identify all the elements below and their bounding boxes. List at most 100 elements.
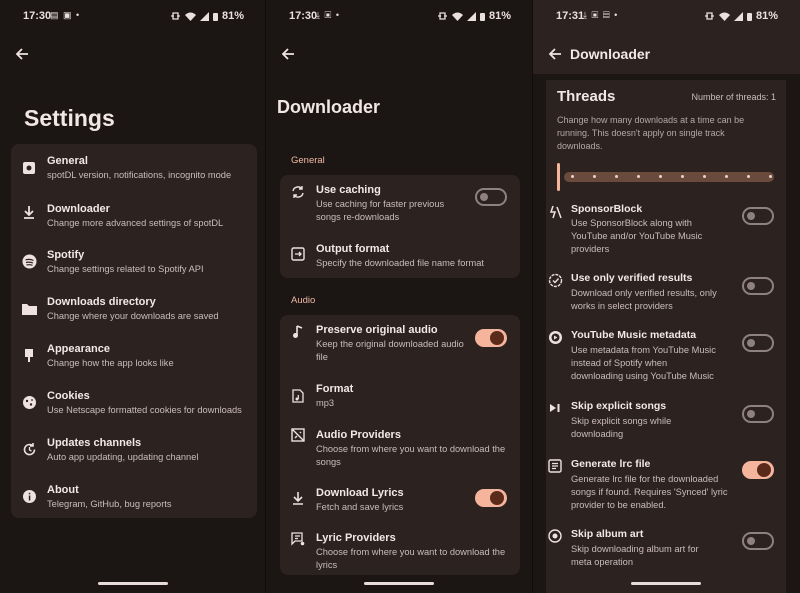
download-lyrics-row[interactable]: Download Lyrics Fetch and save lyrics bbox=[280, 479, 520, 519]
item-title: Download Lyrics bbox=[316, 487, 404, 499]
item-subtitle: mp3 bbox=[316, 398, 335, 408]
item-title: Preserve original audio bbox=[316, 324, 438, 336]
item-subtitle: Use Netscape formatted cookies for downl… bbox=[47, 405, 242, 415]
album-icon bbox=[546, 527, 564, 545]
link-icon bbox=[704, 12, 714, 20]
link-icon bbox=[437, 12, 447, 20]
item-subtitle: Change settings related to Spotify API bbox=[47, 264, 204, 274]
sponsorblock-row[interactable]: SponsorBlock Use SponsorBlock along with… bbox=[546, 200, 786, 260]
threads-count: Number of threads: 1 bbox=[691, 92, 776, 102]
advanced-card: Threads Number of threads: 1 Change how … bbox=[546, 80, 786, 593]
item-title: Skip explicit songs bbox=[571, 400, 667, 412]
settings-item-about[interactable]: About Telegram, GitHub, bug reports bbox=[11, 481, 257, 517]
settings-item-downloader[interactable]: Downloader Change more advanced settings… bbox=[11, 200, 257, 236]
status-bar: 17:30 ⤓ ▣ • 81% bbox=[266, 8, 533, 24]
item-title: Lyric Providers bbox=[316, 532, 396, 544]
audio-providers-row[interactable]: Audio Providers Choose from where you wa… bbox=[280, 423, 520, 473]
item-title: Audio Providers bbox=[316, 429, 401, 441]
battery-icon bbox=[746, 12, 752, 21]
slider-tick bbox=[637, 175, 640, 178]
threads-title: Threads bbox=[557, 88, 616, 105]
spotify-icon bbox=[20, 252, 38, 270]
skip-explicit-toggle[interactable] bbox=[742, 405, 774, 423]
battery-percent: 81% bbox=[488, 10, 511, 22]
slider-tick bbox=[681, 175, 684, 178]
general-card: Use caching Use caching for faster previ… bbox=[280, 175, 520, 278]
item-subtitle: Change more advanced settings of spotDL bbox=[47, 218, 224, 228]
status-bar: 17:30 ▤ ▣ • 81% bbox=[0, 8, 266, 24]
item-title: About bbox=[47, 484, 79, 496]
verified-results-toggle[interactable] bbox=[742, 277, 774, 295]
item-title: SponsorBlock bbox=[571, 203, 643, 215]
download-icon bbox=[289, 489, 307, 507]
item-title: Spotify bbox=[47, 249, 85, 261]
format-row[interactable]: Format mp3 bbox=[280, 377, 520, 417]
gesture-bar[interactable] bbox=[364, 582, 434, 585]
downloader-screen: 17:30 ⤓ ▣ • 81% Downloader General Use c… bbox=[266, 0, 533, 593]
item-title: Skip album art bbox=[571, 528, 644, 540]
settings-item-appearance[interactable]: Appearance Change how the app looks like bbox=[11, 340, 257, 376]
arrow-back-icon[interactable] bbox=[278, 44, 298, 64]
item-subtitle: Change where your downloads are saved bbox=[47, 311, 219, 321]
skip-icon bbox=[546, 399, 564, 417]
slider-tick bbox=[615, 175, 618, 178]
item-title: Updates channels bbox=[47, 437, 142, 449]
item-title: Output format bbox=[316, 243, 390, 255]
status-right: 81% bbox=[437, 10, 511, 22]
music-note-icon bbox=[289, 323, 307, 341]
use-caching-row[interactable]: Use caching Use caching for faster previ… bbox=[280, 175, 520, 230]
settings-item-updates-channels[interactable]: Updates channels Auto app updating, upda… bbox=[11, 434, 257, 470]
preserve-audio-toggle[interactable] bbox=[475, 329, 507, 347]
section-general: General bbox=[291, 155, 325, 166]
item-title: Appearance bbox=[47, 343, 110, 355]
sponsorblock-toggle[interactable] bbox=[742, 207, 774, 225]
status-right: 81% bbox=[170, 10, 244, 22]
generate-lrc-row[interactable]: Generate lrc file Generate lrc file for … bbox=[546, 457, 786, 517]
item-subtitle: Choose from where you want to download t… bbox=[316, 444, 506, 467]
settings-item-cookies[interactable]: Cookies Use Netscape formatted cookies f… bbox=[11, 387, 257, 423]
section-audio: Audio bbox=[291, 295, 316, 306]
item-subtitle: Use metadata from YouTube Music instead … bbox=[571, 345, 716, 381]
settings-item-spotify[interactable]: Spotify Change settings related to Spoti… bbox=[11, 246, 257, 282]
skip-album-art-toggle[interactable] bbox=[742, 532, 774, 550]
generate-lrc-toggle[interactable] bbox=[742, 461, 774, 479]
battery-percent: 81% bbox=[221, 10, 244, 22]
slider-thumb[interactable] bbox=[557, 163, 560, 191]
slider-tick bbox=[571, 175, 574, 178]
page-title: Downloader bbox=[570, 46, 651, 62]
info-icon bbox=[20, 487, 38, 505]
item-title: Downloads directory bbox=[47, 296, 156, 308]
item-subtitle: Change how the app looks like bbox=[47, 358, 174, 368]
threads-slider[interactable] bbox=[557, 163, 775, 191]
use-caching-toggle[interactable] bbox=[475, 188, 507, 206]
item-title: YouTube Music metadata bbox=[571, 329, 697, 341]
verified-results-row[interactable]: Use only verified results Download only … bbox=[546, 272, 786, 317]
output-format-row[interactable]: Output format Specify the downloaded fil… bbox=[280, 235, 520, 275]
arrow-back-icon[interactable] bbox=[12, 44, 32, 64]
preserve-audio-row[interactable]: Preserve original audio Keep the origina… bbox=[280, 315, 520, 370]
wifi-icon bbox=[451, 12, 463, 21]
settings-item-general[interactable]: General spotDL version, notifications, i… bbox=[11, 144, 257, 190]
providers-icon bbox=[289, 426, 307, 444]
signal-icon bbox=[466, 11, 476, 21]
cookie-icon bbox=[20, 393, 38, 411]
download-lyrics-toggle[interactable] bbox=[475, 489, 507, 507]
item-title: Cookies bbox=[47, 390, 90, 402]
palette-icon bbox=[20, 346, 38, 364]
arrow-back-icon[interactable] bbox=[545, 44, 565, 64]
notification-icons: ⤓ ▣ ▤ • bbox=[583, 10, 619, 20]
wifi-icon bbox=[718, 12, 730, 21]
item-title: Use caching bbox=[316, 184, 381, 196]
item-subtitle: Auto app updating, updating channel bbox=[47, 452, 199, 462]
youtube-music-metadata-toggle[interactable] bbox=[742, 334, 774, 352]
lyric-providers-row[interactable]: Lyric Providers Choose from where you wa… bbox=[280, 525, 520, 575]
skip-explicit-row[interactable]: Skip explicit songs Skip explicit songs … bbox=[546, 400, 786, 445]
signal-icon bbox=[199, 11, 209, 21]
verified-icon bbox=[546, 271, 564, 289]
settings-item-downloads-directory[interactable]: Downloads directory Change where your do… bbox=[11, 293, 257, 329]
skip-album-art-row[interactable]: Skip album art Skip downloading album ar… bbox=[546, 527, 786, 572]
gesture-bar[interactable] bbox=[631, 582, 701, 585]
update-icon bbox=[20, 440, 38, 458]
youtube-music-metadata-row[interactable]: YouTube Music metadata Use metadata from… bbox=[546, 329, 786, 389]
gesture-bar[interactable] bbox=[98, 582, 168, 585]
